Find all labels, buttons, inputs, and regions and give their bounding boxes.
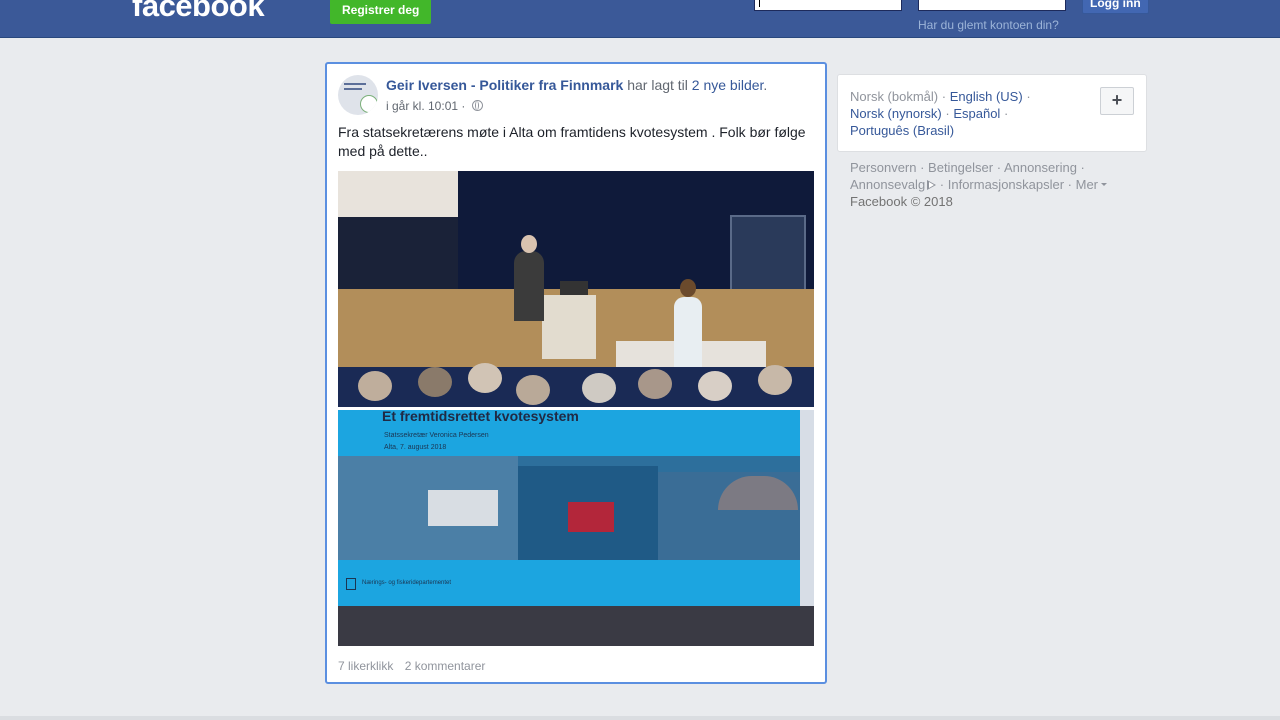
- header-period: .: [763, 77, 768, 93]
- public-globe-icon[interactable]: [471, 100, 483, 111]
- avatar-graphic: [344, 83, 366, 85]
- password-field[interactable]: [918, 0, 1066, 11]
- language-norsk-nynorsk[interactable]: Norsk (nynorsk): [850, 106, 942, 121]
- footer-link-advertising[interactable]: Annonsering: [1004, 160, 1077, 175]
- post-card: Geir Iversen - Politiker fra Finnmark ha…: [325, 62, 827, 684]
- likes-count[interactable]: 7 likerklikk: [338, 659, 393, 673]
- language-english-us[interactable]: English (US): [950, 89, 1023, 104]
- top-bar: facebook Registrer deg Logg inn Har du g…: [0, 0, 1280, 38]
- photo-element: [514, 251, 544, 321]
- footer-link-adchoices[interactable]: Annonsevalg: [850, 177, 925, 192]
- photo-element: [338, 171, 458, 217]
- copyright-text: Facebook © 2018: [850, 194, 953, 209]
- photos-link[interactable]: 2 nye bilder: [692, 77, 764, 93]
- language-selector: Norsk (bokmål) · English (US) · Norsk (n…: [837, 74, 1147, 152]
- photo-element: [674, 297, 702, 371]
- footer-links: Personvern · Betingelser · Annonsering ·…: [850, 159, 1140, 210]
- post-meta: i går kl. 10:01 ·: [386, 99, 483, 113]
- avatar-graphic: [344, 88, 362, 90]
- slide-date: Alta, 7. august 2018: [384, 444, 447, 451]
- photo-element: [521, 235, 537, 253]
- photo-element: [680, 279, 696, 297]
- post-photo-2[interactable]: Et fremtidsrettet kvotesystem Statssekre…: [338, 410, 814, 646]
- language-separator: ·: [1003, 106, 1009, 121]
- login-button[interactable]: Logg inn: [1082, 0, 1149, 14]
- post-photo-1[interactable]: [338, 171, 814, 407]
- language-separator: ·: [1026, 89, 1031, 104]
- footer-link-more[interactable]: Mer: [1076, 177, 1098, 192]
- facebook-logo[interactable]: facebook: [132, 0, 265, 24]
- more-languages-button[interactable]: +: [1100, 87, 1134, 115]
- slide-caption: Nærings- og fiskeridepartementet: [362, 580, 452, 586]
- slide-title: Et fremtidsrettet kvotesystem: [382, 410, 579, 424]
- photo-element: [338, 217, 458, 297]
- language-list: Norsk (bokmål) · English (US) · Norsk (n…: [850, 88, 1050, 139]
- language-separator: ·: [945, 106, 950, 121]
- ministry-logo-icon: [346, 578, 356, 590]
- footer-link-cookies[interactable]: Informasjonskapsler: [948, 177, 1064, 192]
- photo-element: [560, 281, 588, 295]
- author-avatar[interactable]: [338, 75, 378, 115]
- email-field[interactable]: [754, 0, 902, 11]
- footer-link-privacy[interactable]: Personvern: [850, 160, 916, 175]
- photo-element: [800, 410, 814, 610]
- language-portugues-brasil[interactable]: Português (Brasil): [850, 123, 954, 138]
- author-name-link[interactable]: Geir Iversen - Politiker fra Finnmark: [386, 77, 623, 93]
- photo-audience-heads: [338, 361, 814, 407]
- avatar-emblem: [360, 95, 378, 113]
- post-text: Fra statsekretærens møte i Alta om framt…: [338, 124, 806, 159]
- current-language: Norsk (bokmål): [850, 89, 939, 104]
- forgot-account-link[interactable]: Har du glemt kontoen din?: [918, 18, 1059, 32]
- post-header: Geir Iversen - Politiker fra Finnmark ha…: [386, 77, 816, 93]
- language-espanol[interactable]: Español: [953, 106, 1000, 121]
- comments-count[interactable]: 2 kommentarer: [405, 659, 486, 673]
- caret-down-icon[interactable]: [1101, 183, 1108, 186]
- bottom-banner-edge: [0, 716, 1280, 720]
- language-separator: ·: [941, 89, 947, 104]
- photo-element: [542, 295, 596, 359]
- adchoices-icon[interactable]: [927, 180, 937, 190]
- photo-element: [568, 502, 614, 532]
- footer-link-terms[interactable]: Betingelser: [928, 160, 993, 175]
- meta-separator: ·: [461, 99, 466, 113]
- photo-element: [428, 490, 498, 526]
- signup-button[interactable]: Registrer deg: [330, 0, 432, 24]
- post-reactions: 7 likerklikk 2 kommentarer: [338, 659, 485, 673]
- slide-subtitle: Statssekretær Veronica Pedersen: [384, 432, 489, 439]
- photo-element: [338, 606, 814, 646]
- post-timestamp[interactable]: i går kl. 10:01: [386, 99, 458, 113]
- post-action-text: har lagt til: [627, 77, 688, 93]
